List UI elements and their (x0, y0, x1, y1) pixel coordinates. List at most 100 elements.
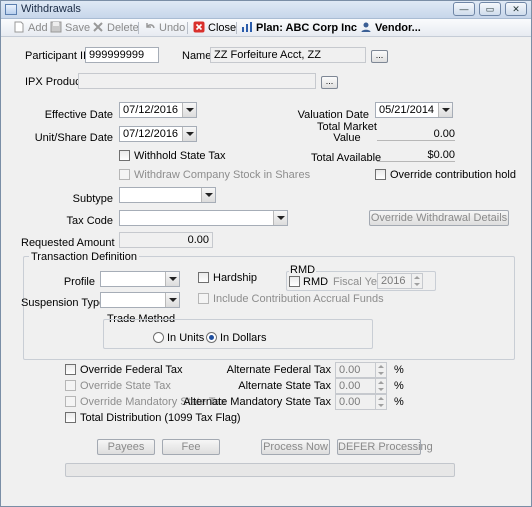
floppy-disk-icon (50, 21, 62, 33)
alternate-mandatory-state-tax-spinner[interactable]: 0.00 (335, 394, 387, 410)
withdraw-company-stock-checkbox[interactable] (119, 169, 130, 180)
fiscal-year-value: 2016 (381, 275, 406, 287)
maximize-button[interactable]: ▭ (479, 2, 501, 16)
name-label: Name (182, 50, 212, 62)
chevron-down-icon (201, 188, 215, 202)
window-title: Withdrawals (21, 3, 81, 15)
vendor-icon (361, 22, 371, 32)
fiscal-year-spinner[interactable]: 2016 (377, 273, 423, 289)
chevron-down-icon (182, 103, 196, 117)
new-document-icon (14, 21, 24, 33)
close-button[interactable]: Close (193, 21, 236, 35)
subtype-label: Subtype (72, 193, 113, 205)
valuation-date-label: Valuation Date (297, 109, 369, 121)
tax-code-select[interactable] (119, 210, 288, 226)
progress-bar (65, 463, 455, 477)
spin-arrows-icon (375, 363, 386, 377)
close-label: Close (208, 22, 237, 34)
override-state-tax-checkbox[interactable] (65, 380, 76, 391)
subtype-select[interactable] (119, 187, 216, 203)
requested-amount-field: 0.00 (119, 232, 213, 248)
override-contribution-hold-checkbox[interactable] (375, 169, 386, 180)
withdrawals-window: Withdrawals — ▭ ✕ Add Save Delete Undo C… (0, 0, 532, 507)
delete-button[interactable]: Delete (92, 21, 139, 35)
override-mandatory-state-tax-checkbox[interactable] (65, 396, 76, 407)
total-distribution-checkbox[interactable] (65, 412, 76, 423)
override-contribution-hold-label: Override contribution hold (390, 169, 516, 181)
suspension-type-label: Suspension Type (21, 297, 106, 309)
chevron-down-icon (273, 211, 287, 225)
rmd-checkbox[interactable] (289, 276, 300, 287)
alternate-state-tax-value: 0.00 (339, 380, 361, 392)
undo-label: Undo (159, 22, 186, 34)
effective-date-picker[interactable]: 07/12/2016 (119, 102, 197, 118)
undo-arrow-icon (146, 23, 155, 29)
chevron-down-icon (165, 293, 179, 307)
hardship-label: Hardship (213, 272, 258, 284)
hardship-checkbox[interactable] (198, 272, 209, 283)
name-lookup-button[interactable]: ... (371, 50, 388, 63)
alternate-mandatory-state-tax-value: 0.00 (339, 396, 361, 408)
participant-id-input[interactable]: 999999999 (85, 47, 159, 63)
ipx-product-label: IPX Product (25, 76, 84, 88)
chevron-down-icon (182, 127, 196, 141)
effective-date-value: 07/12/2016 (123, 104, 179, 116)
profile-label: Profile (63, 276, 95, 288)
in-units-label: In Units (167, 332, 205, 344)
withdraw-company-stock-label: Withdraw Company Stock in Shares (134, 169, 311, 181)
override-federal-tax-checkbox[interactable] (65, 364, 76, 375)
percent-sign: % (394, 364, 404, 376)
total-distribution-label: Total Distribution (1099 Tax Flag) (80, 412, 241, 424)
alternate-state-tax-spinner[interactable]: 0.00 (335, 378, 387, 394)
withhold-state-tax-checkbox[interactable] (119, 150, 130, 161)
title-bar: Withdrawals — ▭ ✕ (1, 1, 531, 19)
valuation-date-picker[interactable]: 05/21/2014 (375, 102, 453, 118)
defer-processing-button[interactable]: DEFER Processing (337, 439, 433, 455)
effective-date-label: Effective Date (44, 109, 113, 121)
alternate-federal-tax-spinner[interactable]: 0.00 (335, 362, 387, 378)
vendor-button[interactable]: Vendor... (360, 21, 421, 35)
save-button[interactable]: Save (50, 21, 90, 35)
alternate-mandatory-state-tax-label: Alternate Mandatory State Tax (183, 396, 331, 408)
minimize-button[interactable]: — (453, 2, 475, 16)
close-icon (193, 21, 205, 33)
fee-button[interactable]: Fee (162, 439, 220, 455)
add-button[interactable]: Add (13, 21, 48, 35)
include-accrual-checkbox[interactable] (198, 293, 209, 304)
total-market-value: 0.00 (377, 127, 455, 141)
include-accrual-label: Include Contribution Accrual Funds (213, 293, 384, 305)
alternate-state-tax-label: Alternate State Tax (238, 380, 331, 392)
tax-code-label: Tax Code (66, 215, 113, 227)
chevron-down-icon (165, 272, 179, 286)
name-field: ZZ Forfeiture Acct, ZZ (210, 47, 366, 63)
toolbar-separator (187, 22, 188, 34)
ipx-product-field (78, 73, 316, 89)
rmd-group-title: RMD (289, 264, 317, 276)
override-federal-tax-label: Override Federal Tax (80, 364, 183, 376)
requested-amount-label: Requested Amount (21, 237, 115, 249)
unit-share-date-label: Unit/Share Date (34, 132, 113, 144)
close-window-button[interactable]: ✕ (505, 2, 527, 16)
suspension-type-select[interactable] (100, 292, 180, 308)
ipx-lookup-button[interactable]: ... (321, 76, 338, 89)
withhold-state-tax-label: Withhold State Tax (134, 150, 226, 162)
profile-select[interactable] (100, 271, 180, 287)
override-withdrawal-details-button[interactable]: Override Withdrawal Details (369, 210, 509, 226)
unit-share-date-picker[interactable]: 07/12/2016 (119, 126, 197, 142)
in-dollars-label: In Dollars (220, 332, 267, 344)
valuation-date-value: 05/21/2014 (379, 104, 435, 116)
process-now-button[interactable]: Process Now (261, 439, 330, 455)
plan-button[interactable]: Plan: ABC Corp Inc (241, 21, 357, 35)
vendor-label: Vendor... (375, 22, 421, 34)
total-available-label: Total Available (311, 152, 382, 164)
alternate-federal-tax-label: Alternate Federal Tax (226, 364, 331, 376)
total-market-value-label: Total Market Value (317, 122, 377, 144)
in-dollars-radio[interactable] (206, 332, 217, 343)
in-units-radio[interactable] (153, 332, 164, 343)
save-label: Save (65, 22, 91, 34)
add-label: Add (28, 22, 48, 34)
payees-button[interactable]: Payees (97, 439, 155, 455)
alternate-federal-tax-value: 0.00 (339, 364, 361, 376)
undo-button[interactable]: Undo (144, 21, 185, 35)
unit-share-date-value: 07/12/2016 (123, 128, 179, 140)
